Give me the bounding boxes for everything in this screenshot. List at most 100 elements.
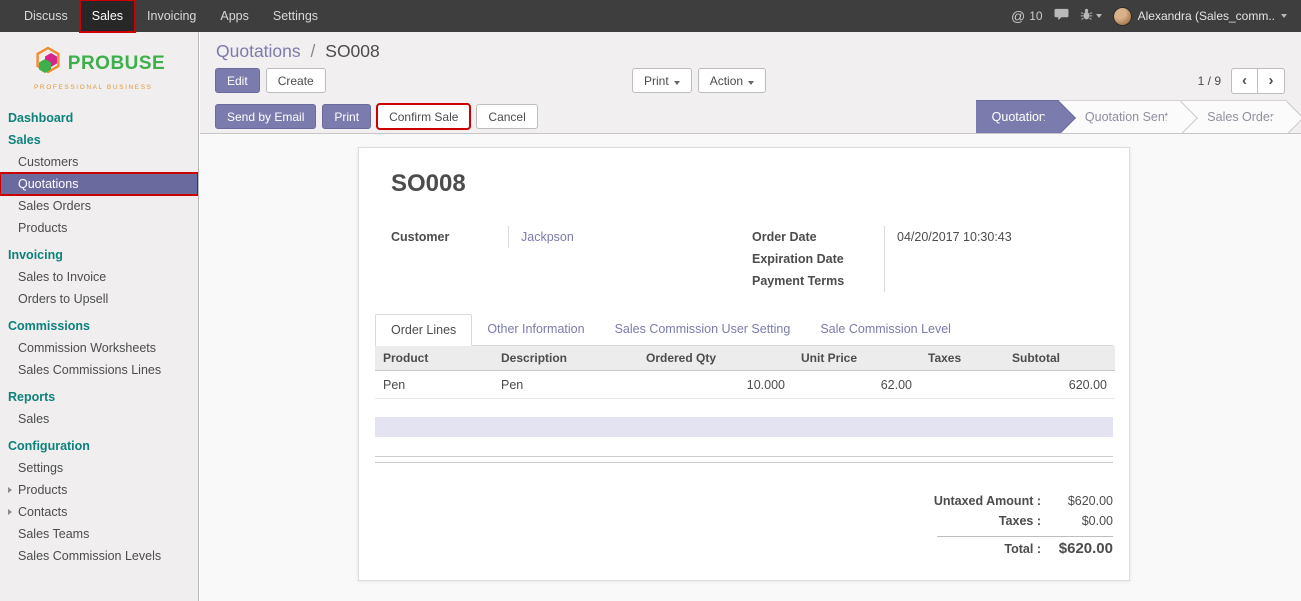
untaxed-amount-label: Untaxed Amount : xyxy=(934,494,1041,508)
pager-counter: 1 / 9 xyxy=(1198,74,1221,88)
sidebar-item-config-contacts[interactable]: Contacts xyxy=(0,501,198,523)
app-menu: Discuss Sales Invoicing Apps Settings xyxy=(0,0,330,32)
print-dropdown-label: Print xyxy=(644,74,669,88)
edit-button[interactable]: Edit xyxy=(215,68,260,93)
breadcrumb-current: SO008 xyxy=(325,41,379,61)
create-button[interactable]: Create xyxy=(266,68,326,93)
sidebar-item-quotations[interactable]: Quotations xyxy=(0,173,198,195)
sidebar: PROBUSE PROFESSIONAL BUSINESS Dashboard … xyxy=(0,32,199,601)
action-dropdown-label: Action xyxy=(710,74,743,88)
nav-item-discuss[interactable]: Discuss xyxy=(12,0,80,32)
column-ordered-qty[interactable]: Ordered Qty xyxy=(638,346,793,371)
nav-item-apps[interactable]: Apps xyxy=(208,0,261,32)
sidebar-section-commissions: Commissions xyxy=(0,315,198,337)
sidebar-item-config-products[interactable]: Products xyxy=(0,479,198,501)
cell-product[interactable]: Pen xyxy=(375,371,493,399)
status-step-quotation[interactable]: Quotation xyxy=(976,100,1059,133)
taxes-value: $0.00 xyxy=(1041,514,1113,528)
print-button[interactable]: Print xyxy=(322,104,371,129)
column-product[interactable]: Product xyxy=(375,346,493,371)
confirm-sale-button[interactable]: Confirm Sale xyxy=(377,104,470,129)
column-subtotal[interactable]: Subtotal xyxy=(1004,346,1115,371)
cell-taxes xyxy=(920,371,1004,399)
status-pipeline: Quotation Quotation Sent Sales Order xyxy=(976,100,1301,133)
chevron-right-icon xyxy=(8,509,12,515)
tab-sale-commission-level[interactable]: Sale Commission Level xyxy=(805,314,966,346)
debug-menu-button[interactable] xyxy=(1080,8,1102,24)
control-panel: Quotations / SO008 Edit Create Print Act… xyxy=(200,32,1301,100)
expiration-date-value xyxy=(885,248,897,269)
sidebar-item-commission-worksheets[interactable]: Commission Worksheets xyxy=(0,337,198,359)
breadcrumb: Quotations / SO008 xyxy=(216,41,380,62)
mentions-button[interactable]: @ 10 xyxy=(1011,8,1043,24)
sidebar-item-sales-commission-levels[interactable]: Sales Commission Levels xyxy=(0,545,198,567)
logo-text: PROBUSE xyxy=(68,53,165,75)
table-row[interactable]: Pen Pen 10.000 62.00 620.00 xyxy=(375,371,1115,399)
sidebar-item-dashboard[interactable]: Dashboard xyxy=(0,107,198,129)
cell-description: Pen xyxy=(493,371,638,399)
order-date-value: 04/20/2017 10:30:43 xyxy=(885,226,1012,248)
user-name: Alexandra (Sales_comm.. xyxy=(1138,9,1275,23)
sidebar-item-sales-commissions-lines[interactable]: Sales Commissions Lines xyxy=(0,359,198,381)
nav-item-settings[interactable]: Settings xyxy=(261,0,330,32)
form-view: SO008 Customer Jackpson Order Date 04/20… xyxy=(200,134,1301,601)
customer-value-link[interactable]: Jackpson xyxy=(509,226,574,248)
main-area: Quotations / SO008 Edit Create Print Act… xyxy=(200,32,1301,601)
sidebar-item-products[interactable]: Products xyxy=(0,217,198,239)
user-menu[interactable]: Alexandra (Sales_comm.. xyxy=(1113,7,1287,26)
navbar-right: @ 10 Alexandra (Sales_comm.. xyxy=(1011,0,1301,32)
nav-item-invoicing[interactable]: Invoicing xyxy=(135,0,208,32)
separator-lines xyxy=(375,456,1113,463)
form-sheet: SO008 Customer Jackpson Order Date 04/20… xyxy=(358,147,1130,581)
expiration-date-label: Expiration Date xyxy=(752,248,885,270)
bug-icon xyxy=(1080,8,1093,24)
avatar xyxy=(1113,7,1132,26)
cell-ordered-qty: 10.000 xyxy=(638,371,793,399)
column-unit-price[interactable]: Unit Price xyxy=(793,346,920,371)
form-statusbar: Send by Email Print Confirm Sale Cancel … xyxy=(200,100,1301,134)
logo-tagline: PROFESSIONAL BUSINESS xyxy=(34,84,198,91)
sidebar-item-sales-orders[interactable]: Sales Orders xyxy=(0,195,198,217)
send-by-email-button[interactable]: Send by Email xyxy=(215,104,316,129)
chevron-down-icon xyxy=(1281,14,1287,18)
sidebar-item-sales-teams[interactable]: Sales Teams xyxy=(0,523,198,545)
order-date-label: Order Date xyxy=(752,226,885,248)
sidebar-section-sales: Sales xyxy=(0,129,198,151)
sidebar-item-customers[interactable]: Customers xyxy=(0,151,198,173)
sidebar-section-invoicing: Invoicing xyxy=(0,244,198,266)
action-dropdown-button[interactable]: Action xyxy=(698,68,766,93)
table-header-row: Product Description Ordered Qty Unit Pri… xyxy=(375,346,1115,371)
sidebar-item-sales-to-invoice[interactable]: Sales to Invoice xyxy=(0,266,198,288)
cell-unit-price: 62.00 xyxy=(793,371,920,399)
messages-button[interactable] xyxy=(1054,8,1069,24)
company-logo[interactable]: PROBUSE PROFESSIONAL BUSINESS xyxy=(0,45,198,91)
cancel-button[interactable]: Cancel xyxy=(476,104,537,129)
column-description[interactable]: Description xyxy=(493,346,638,371)
payment-terms-label: Payment Terms xyxy=(752,270,885,292)
tab-order-lines[interactable]: Order Lines xyxy=(375,314,472,346)
pager: 1 / 9 ‹ › xyxy=(1198,68,1285,94)
sidebar-item-reports-sales[interactable]: Sales xyxy=(0,408,198,430)
breadcrumb-quotations[interactable]: Quotations xyxy=(216,41,301,61)
totals-block: Untaxed Amount : $620.00 Taxes : $0.00 T… xyxy=(375,491,1113,560)
sidebar-item-orders-to-upsell[interactable]: Orders to Upsell xyxy=(0,288,198,310)
sidebar-item-config-settings[interactable]: Settings xyxy=(0,457,198,479)
at-icon: @ xyxy=(1011,8,1025,24)
record-title: SO008 xyxy=(391,170,1113,198)
chevron-down-icon xyxy=(674,81,680,85)
column-taxes[interactable]: Taxes xyxy=(920,346,1004,371)
tab-sales-commission-user-setting[interactable]: Sales Commission User Setting xyxy=(600,314,806,346)
tab-other-information[interactable]: Other Information xyxy=(472,314,599,346)
status-step-quotation-sent[interactable]: Quotation Sent xyxy=(1059,100,1181,133)
sidebar-section-reports: Reports xyxy=(0,386,198,408)
chevron-down-icon xyxy=(1096,14,1102,18)
untaxed-amount-value: $620.00 xyxy=(1041,494,1113,508)
pager-next-button[interactable]: › xyxy=(1258,68,1285,94)
notes-strip xyxy=(375,417,1113,437)
top-navbar: Discuss Sales Invoicing Apps Settings @ … xyxy=(0,0,1301,32)
sidebar-item-label: Contacts xyxy=(18,505,67,519)
payment-terms-value xyxy=(885,270,897,291)
pager-previous-button[interactable]: ‹ xyxy=(1231,68,1258,94)
print-dropdown-button[interactable]: Print xyxy=(632,68,692,93)
nav-item-sales[interactable]: Sales xyxy=(80,0,135,32)
